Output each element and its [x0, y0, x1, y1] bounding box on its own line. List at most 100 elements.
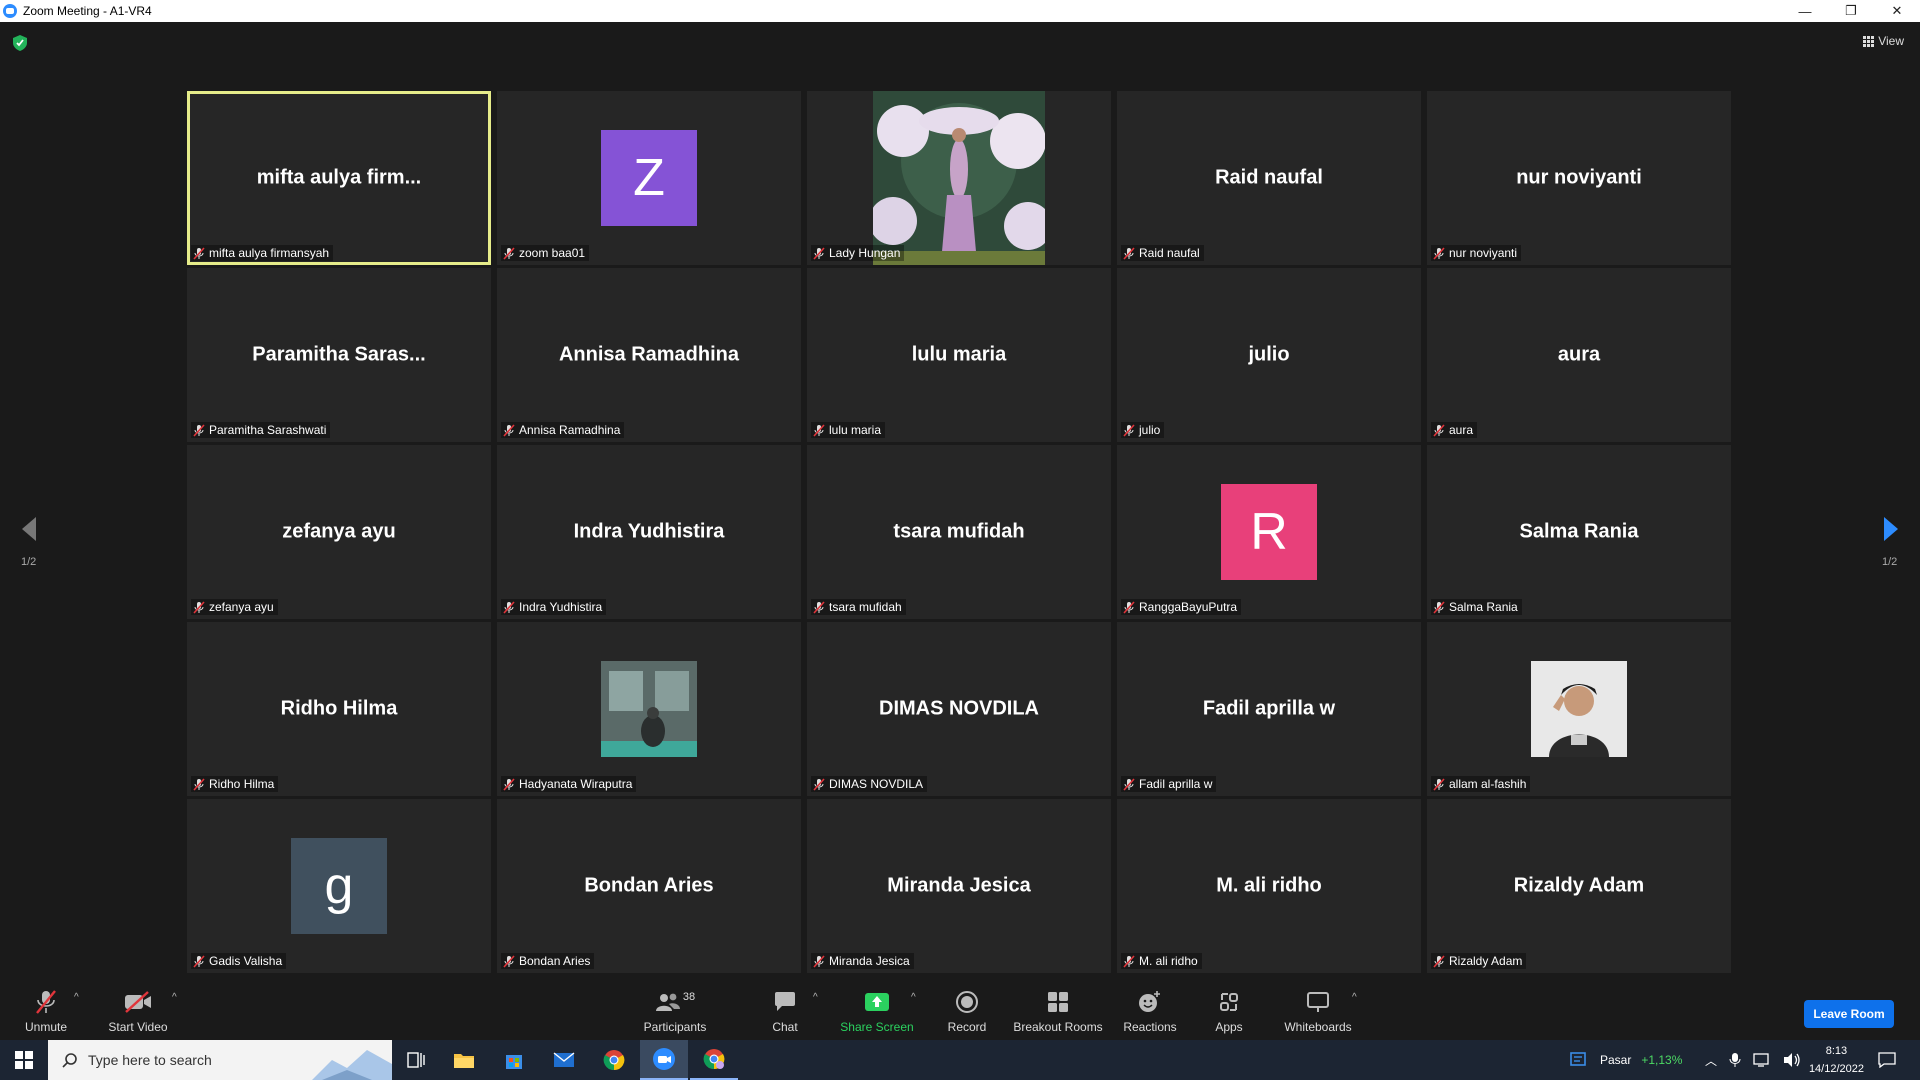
reactions-button[interactable]: Reactions: [1122, 980, 1178, 1040]
participant-name: Paramitha Sarashwati: [209, 423, 327, 437]
apps-icon: [1220, 993, 1238, 1011]
restore-button[interactable]: ❐: [1828, 0, 1874, 22]
zoom-taskbar-button[interactable]: [640, 1040, 688, 1080]
close-button[interactable]: ✕: [1874, 0, 1920, 22]
participant-tile[interactable]: tsara mufidah tsara mufidah: [807, 445, 1111, 619]
next-page-arrow-icon[interactable]: [1880, 515, 1902, 543]
record-label: Record: [947, 1020, 987, 1034]
participants-count: 38: [682, 991, 696, 1003]
participant-tile[interactable]: M. ali ridho M. ali ridho: [1117, 799, 1421, 973]
view-button[interactable]: View: [1863, 34, 1904, 48]
participant-tile[interactable]: Annisa Ramadhina Annisa Ramadhina: [497, 268, 801, 442]
participant-name-label: RanggaBayuPutra: [1121, 599, 1242, 615]
mail-taskbar-button[interactable]: [540, 1040, 588, 1080]
unmute-button[interactable]: Unmute: [22, 980, 70, 1040]
participant-tile[interactable]: R RanggaBayuPutra: [1117, 445, 1421, 619]
participant-tile[interactable]: julio julio: [1117, 268, 1421, 442]
start-video-button[interactable]: Start Video: [106, 980, 170, 1040]
microsoft-store-taskbar-button[interactable]: [490, 1040, 538, 1080]
participant-name-label: Fadil aprilla w: [1121, 776, 1217, 792]
muted-mic-icon: [193, 954, 205, 968]
task-view-button[interactable]: [392, 1040, 440, 1080]
participant-tile[interactable]: Rizaldy Adam Rizaldy Adam: [1427, 799, 1731, 973]
participant-tile[interactable]: mifta aulya firm... mifta aulya firmansy…: [187, 91, 491, 265]
participant-tile[interactable]: nur noviyanti nur noviyanti: [1427, 91, 1731, 265]
muted-mic-icon: [503, 954, 515, 968]
grid-view-icon: [1863, 35, 1875, 47]
participant-video-photo: [1531, 661, 1627, 757]
participant-name: M. ali ridho: [1139, 954, 1198, 968]
whiteboards-button[interactable]: Whiteboards: [1282, 980, 1354, 1040]
start-button[interactable]: [0, 1040, 48, 1080]
encryption-shield-icon[interactable]: [12, 34, 28, 52]
network-icon[interactable]: [1753, 1052, 1771, 1068]
microphone-icon[interactable]: [1729, 1052, 1741, 1068]
avatar: g: [291, 838, 387, 934]
previous-page-arrow-icon[interactable]: [18, 515, 40, 543]
breakout-rooms-button[interactable]: Breakout Rooms: [1013, 980, 1103, 1040]
participant-tile[interactable]: DIMAS NOVDILA DIMAS NOVDILA: [807, 622, 1111, 796]
participant-name-label: aura: [1431, 422, 1478, 438]
chat-options-caret-icon[interactable]: ^: [813, 992, 818, 1003]
view-label: View: [1878, 34, 1904, 48]
notifications-button[interactable]: [1878, 1040, 1896, 1080]
clock-time: 8:13: [1825, 1045, 1848, 1057]
participant-tile[interactable]: Raid naufal Raid naufal: [1117, 91, 1421, 265]
reactions-emoji-icon: [1139, 991, 1160, 1012]
participant-tile[interactable]: Hadyanata Wiraputra: [497, 622, 801, 796]
participant-tile[interactable]: Z zoom baa01: [497, 91, 801, 265]
participant-tile[interactable]: Miranda Jesica Miranda Jesica: [807, 799, 1111, 973]
whiteboards-options-caret-icon[interactable]: ^: [1352, 992, 1357, 1003]
participant-video-photo: [873, 91, 1045, 265]
record-button[interactable]: Record: [946, 980, 988, 1040]
participant-display-name: Paramitha Saras...: [252, 343, 426, 366]
participant-display-name: Salma Rania: [1519, 520, 1639, 543]
participant-tile[interactable]: Indra Yudhistira Indra Yudhistira: [497, 445, 801, 619]
participant-tile[interactable]: aura aura: [1427, 268, 1731, 442]
participant-tile[interactable]: Ridho Hilma Ridho Hilma: [187, 622, 491, 796]
chat-button[interactable]: Chat: [768, 980, 802, 1040]
share-options-caret-icon[interactable]: ^: [911, 992, 916, 1003]
participant-name: Raid naufal: [1139, 246, 1200, 260]
chrome-profile-taskbar-button[interactable]: [690, 1040, 738, 1080]
file-explorer-taskbar-button[interactable]: [440, 1040, 488, 1080]
muted-mic-icon: [503, 777, 515, 791]
muted-mic-icon: [813, 954, 825, 968]
participant-name: lulu maria: [829, 423, 882, 437]
muted-mic-icon: [1123, 423, 1135, 437]
participant-tile[interactable]: lulu maria lulu maria: [807, 268, 1111, 442]
participant-name-label: Bondan Aries: [501, 953, 595, 969]
share-screen-button[interactable]: Share Screen: [840, 980, 914, 1040]
participant-tile[interactable]: Paramitha Saras... Paramitha Sarashwati: [187, 268, 491, 442]
apps-button[interactable]: Apps: [1212, 980, 1246, 1040]
stock-widget[interactable]: Pasar +1,13%: [1570, 1040, 1682, 1080]
chrome-profile-icon: [703, 1049, 725, 1070]
participants-button[interactable]: 38 Participants: [640, 980, 710, 1040]
participant-name-label: julio: [1121, 422, 1165, 438]
taskbar-search-box[interactable]: Type here to search: [48, 1040, 392, 1080]
minimize-button[interactable]: —: [1782, 0, 1828, 22]
muted-mic-icon: [1433, 423, 1445, 437]
participant-tile[interactable]: Lady Hungan: [807, 91, 1111, 265]
volume-icon[interactable]: [1783, 1052, 1801, 1068]
participant-display-name: julio: [1248, 343, 1290, 366]
chrome-taskbar-button[interactable]: [590, 1040, 638, 1080]
participant-tile[interactable]: allam al-fashih: [1427, 622, 1731, 796]
participant-tile[interactable]: Bondan Aries Bondan Aries: [497, 799, 801, 973]
video-options-caret-icon[interactable]: ^: [172, 992, 177, 1003]
participant-tile[interactable]: Fadil aprilla w Fadil aprilla w: [1117, 622, 1421, 796]
share-screen-label: Share Screen: [840, 1020, 914, 1034]
participant-name: Gadis Valisha: [209, 954, 283, 968]
participant-tile[interactable]: g Gadis Valisha: [187, 799, 491, 973]
participant-tile[interactable]: zefanya ayu zefanya ayu: [187, 445, 491, 619]
taskbar-clock[interactable]: 8:13 14/12/2022: [1809, 1042, 1864, 1078]
show-hidden-icons-chevron-icon[interactable]: ︿: [1705, 1052, 1717, 1069]
participant-name-label: nur noviyanti: [1431, 245, 1522, 261]
participant-tile[interactable]: Salma Rania Salma Rania: [1427, 445, 1731, 619]
audio-options-caret-icon[interactable]: ^: [74, 992, 79, 1003]
participant-display-name: Ridho Hilma: [280, 697, 398, 720]
participant-name: Indra Yudhistira: [519, 600, 603, 614]
leave-room-button[interactable]: Leave Room: [1804, 1000, 1894, 1028]
participant-name-label: M. ali ridho: [1121, 953, 1202, 969]
avatar: Z: [601, 130, 697, 226]
